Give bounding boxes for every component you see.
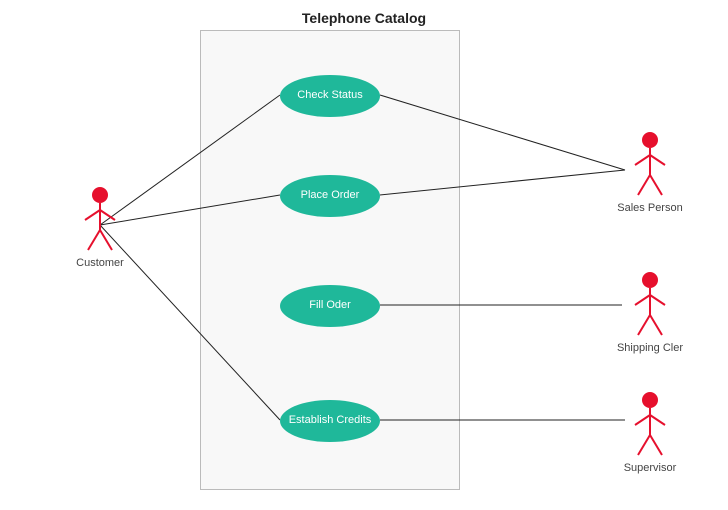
usecase-place-order[interactable]: Place Order [280, 175, 380, 217]
actor-label: Customer [60, 257, 140, 269]
usecase-label: Place Order [301, 189, 360, 202]
actor-label: Shipping Cler [610, 342, 690, 354]
person-icon [630, 270, 670, 340]
actor-shipping-clerk[interactable]: Shipping Cler [610, 270, 690, 354]
person-icon [630, 130, 670, 200]
actor-label: Supervisor [610, 462, 690, 474]
usecase-establish-credits[interactable]: Establish Credits [280, 400, 380, 442]
usecase-label: Check Status [297, 89, 362, 102]
usecase-label: Fill Oder [309, 299, 351, 312]
actor-sales-person[interactable]: Sales Person [610, 130, 690, 214]
usecase-label: Establish Credits [289, 414, 372, 427]
person-icon [630, 390, 670, 460]
usecase-fill-order[interactable]: Fill Oder [280, 285, 380, 327]
actor-label: Sales Person [610, 202, 690, 214]
usecase-check-status[interactable]: Check Status [280, 75, 380, 117]
actor-customer[interactable]: Customer [60, 185, 140, 269]
diagram-title: Telephone Catalog [0, 10, 728, 26]
person-icon [80, 185, 120, 255]
actor-supervisor[interactable]: Supervisor [610, 390, 690, 474]
